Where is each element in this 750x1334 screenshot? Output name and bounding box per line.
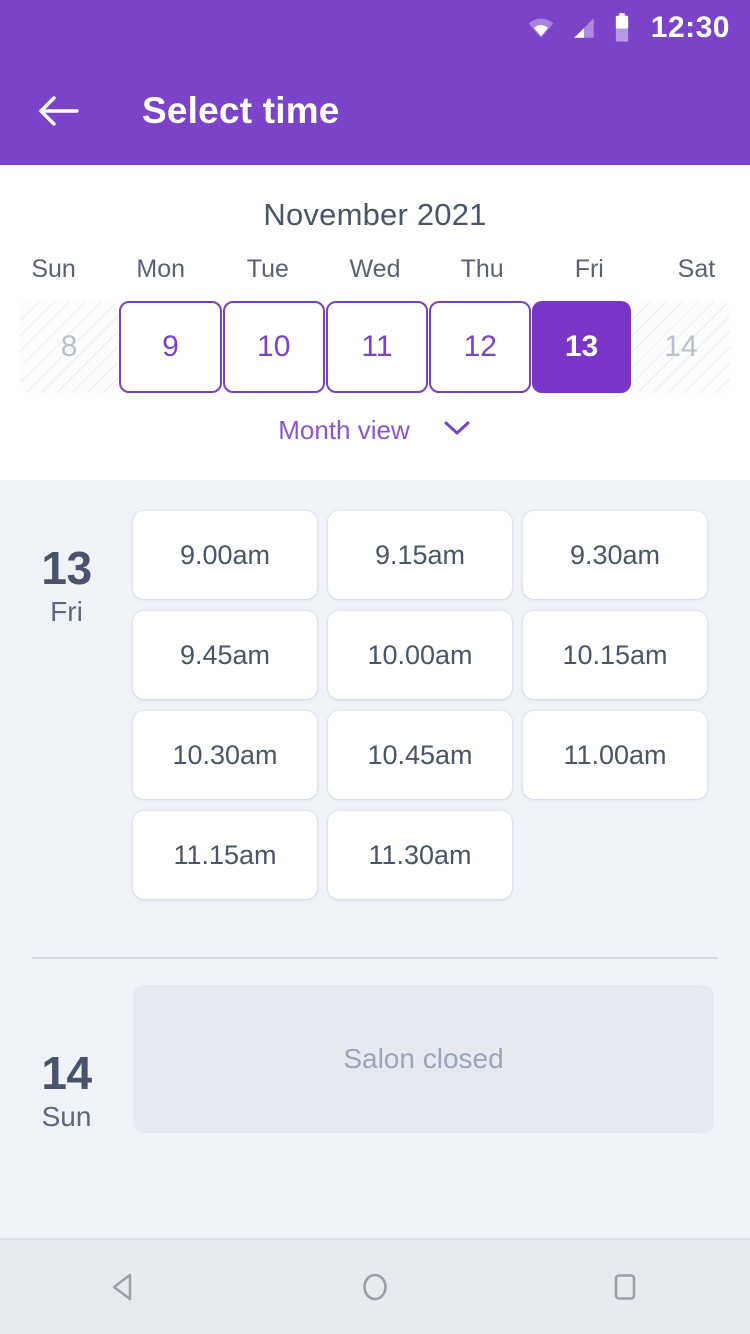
schedule-day-weekday: Sun xyxy=(41,1101,92,1133)
calendar-month-title: November 2021 xyxy=(263,197,487,232)
weekday-label-fri: Fri xyxy=(574,255,604,283)
schedule-day-number: 13 xyxy=(41,542,92,594)
time-slot-0930[interactable]: 9.30am xyxy=(523,511,707,599)
android-navigation-bar xyxy=(0,1238,750,1334)
time-slot-1000[interactable]: 10.00am xyxy=(328,611,512,699)
time-slot-grid: 9.00am 9.15am 9.30am 9.45am 10.00am 10.1… xyxy=(133,480,750,899)
salon-closed-card: Salon closed xyxy=(133,985,714,1133)
schedule-day-13: 13 Fri 9.00am 9.15am 9.30am 9.45am 10.00… xyxy=(0,480,750,899)
month-view-label: Month view xyxy=(278,415,410,445)
month-view-toggle[interactable]: Month view xyxy=(0,415,750,446)
battery-icon xyxy=(613,13,631,43)
calendar-day-12[interactable]: 12 xyxy=(429,301,532,393)
wifi-icon xyxy=(527,14,555,42)
schedule-divider xyxy=(32,957,718,959)
calendar-day-14: 14 xyxy=(631,301,730,393)
time-slot-1015[interactable]: 10.15am xyxy=(523,611,707,699)
weekday-header-row: Sun Mon Tue Wed Thu Fri Sat xyxy=(0,255,750,284)
time-slot-0900[interactable]: 9.00am xyxy=(133,511,317,599)
schedule-day-label-13: 13 Fri xyxy=(0,480,133,899)
nav-recents-button[interactable] xyxy=(570,1239,680,1334)
time-slot-1115[interactable]: 11.15am xyxy=(133,811,317,899)
calendar-day-9[interactable]: 9 xyxy=(119,301,222,393)
app-bar: Select time xyxy=(0,56,750,165)
android-home-circle-icon xyxy=(363,1273,387,1301)
time-slot-1030[interactable]: 10.30am xyxy=(133,711,317,799)
calendar-panel: November 2021 Sun Mon Tue Wed Thu Fri Sa… xyxy=(0,165,750,480)
chevron-down-icon xyxy=(442,419,472,442)
time-slot-0915[interactable]: 9.15am xyxy=(328,511,512,599)
calendar-day-row: 8 9 10 11 12 13 14 xyxy=(0,301,750,393)
nav-back-button[interactable] xyxy=(70,1239,180,1334)
time-slot-1100[interactable]: 11.00am xyxy=(523,711,707,799)
schedule-day-label-14: 14 Sun xyxy=(0,985,133,1133)
time-slot-1045[interactable]: 10.45am xyxy=(328,711,512,799)
time-slot-1130[interactable]: 11.30am xyxy=(328,811,512,899)
back-button[interactable] xyxy=(22,75,94,147)
weekday-label-thu: Thu xyxy=(460,255,504,283)
arrow-left-icon xyxy=(39,95,79,126)
weekday-label-sat: Sat xyxy=(677,255,716,283)
status-bar: 12:30 xyxy=(0,0,750,56)
nav-home-button[interactable] xyxy=(320,1239,430,1334)
calendar-day-10[interactable]: 10 xyxy=(222,301,325,393)
schedule-list: 13 Fri 9.00am 9.15am 9.30am 9.45am 10.00… xyxy=(0,480,750,1240)
android-recents-square-icon xyxy=(614,1274,636,1300)
cellular-signal-icon xyxy=(571,15,597,41)
weekday-label-wed: Wed xyxy=(349,255,401,283)
weekday-label-mon: Mon xyxy=(136,255,186,283)
phone-screen: 12:30 Select time November 2021 Sun Mon … xyxy=(0,0,750,1334)
page-title: Select time xyxy=(142,89,340,131)
weekday-label-tue: Tue xyxy=(246,255,289,283)
status-bar-clock: 12:30 xyxy=(650,11,730,44)
schedule-day-14: 14 Sun Salon closed xyxy=(0,985,750,1133)
weekday-label-sun: Sun xyxy=(31,255,76,283)
schedule-day-weekday: Fri xyxy=(50,596,83,628)
calendar-day-8: 8 xyxy=(20,301,119,393)
time-slot-0945[interactable]: 9.45am xyxy=(133,611,317,699)
android-back-triangle-icon xyxy=(112,1273,132,1301)
schedule-day-number: 14 xyxy=(41,1047,92,1099)
calendar-day-13[interactable]: 13 xyxy=(532,301,631,393)
calendar-day-11[interactable]: 11 xyxy=(325,301,429,393)
